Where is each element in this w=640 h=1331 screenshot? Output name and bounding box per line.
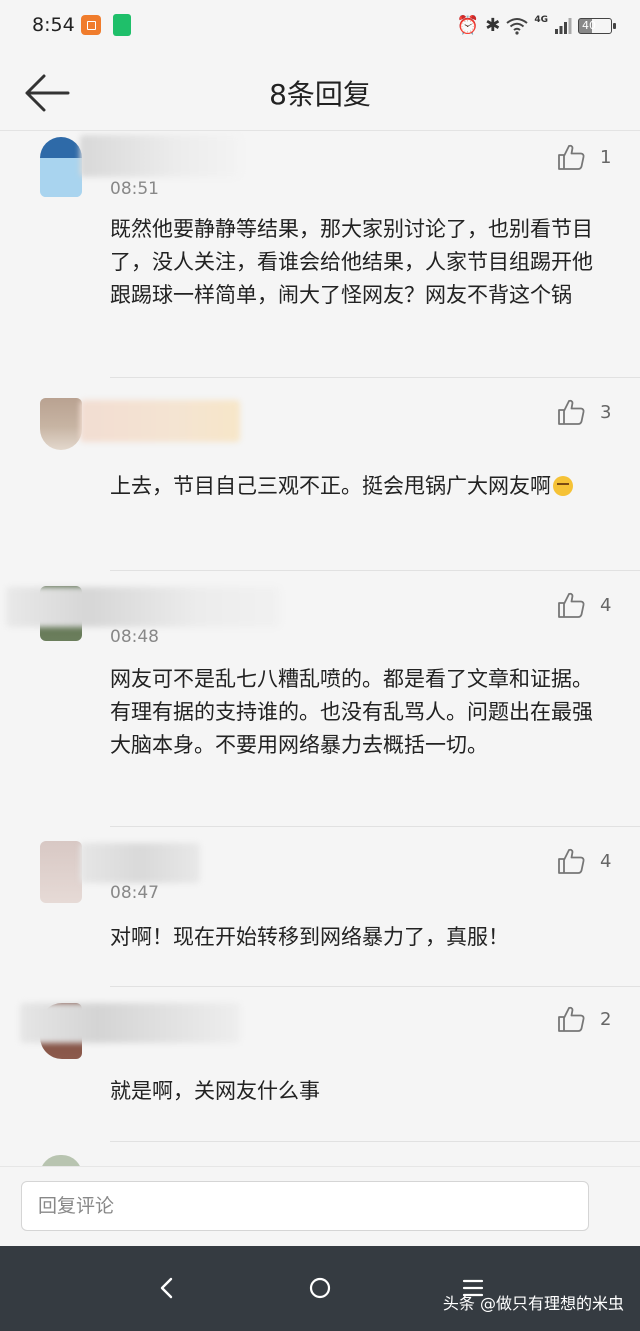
comment-text: 上去，节目自己三观不正。挺会甩锅广大网友啊 [110,474,551,498]
comment-list[interactable]: 08:51 1 既然他要静静等结果，那大家别讨论了，也别看节目了，没人关注，看谁… [0,131,640,1166]
system-nav-bar: 头条 @做只有理想的米虫 [0,1246,640,1331]
home-icon [309,1277,331,1299]
like-button[interactable]: 1 [556,139,620,175]
username-blurred[interactable] [6,587,280,627]
page-title: 8条回复 [269,78,371,111]
thumbs-up-icon [558,848,585,874]
comment-item: 3 上去，节目自己三观不正。挺会甩锅广大网友啊 [0,378,640,571]
notification-message-icon [113,14,131,36]
username-blurred[interactable] [80,843,200,883]
comment-time: 08:47 [110,883,159,903]
thumbs-up-icon [558,592,585,618]
thumbs-up-icon [558,144,585,170]
wifi-icon [506,18,528,35]
app-header: 8条回复 [0,55,640,131]
comment-item: 08:48 4 网友可不是乱七八糟乱喷的。都是看了文章和证据。有理有据的支持谁的… [0,571,640,827]
like-button[interactable]: 4 [556,587,620,623]
watermark: 头条 @做只有理想的米虫 [442,1294,624,1313]
comment-text: 对啊！现在开始转移到网络暴力了，真服！ [110,925,509,949]
nav-back-button[interactable] [145,1266,189,1310]
avatar[interactable] [40,841,82,903]
like-button[interactable]: 3 [556,394,620,430]
status-bar: 8:54 ⏰ ✱ 4G 40 [0,0,640,55]
comment-item: 08:47 4 对啊！现在开始转移到网络暴力了，真服！ [0,827,640,987]
avatar[interactable] [40,1155,82,1166]
status-time: 8:54 [32,14,75,36]
like-count: 4 [600,850,612,872]
avatar[interactable] [40,398,82,450]
signal-icon [555,18,572,34]
notification-app-icon [81,15,101,35]
comment-item: 2 就是啊，关网友什么事 [0,987,640,1142]
bluetooth-icon: ✱ [485,15,501,36]
like-count: 1 [600,146,612,168]
back-icon [160,1277,173,1299]
comment-text: 既然他要静静等结果，那大家别讨论了，也别看节目了，没人关注，看谁会给他结果，人家… [110,217,593,307]
reply-input[interactable] [21,1181,589,1231]
nav-home-button[interactable] [298,1266,342,1310]
battery-icon: 40 [578,18,616,34]
thumbs-up-icon [558,399,585,425]
network-type: 4G [534,15,548,25]
comment-time: 08:48 [110,627,159,647]
like-button[interactable]: 2 [556,1001,620,1037]
comment-text: 网友可不是乱七八糟乱喷的。都是看了文章和证据。有理有据的支持谁的。也没有乱骂人。… [110,667,593,757]
emoji-icon [553,476,573,496]
status-indicators: ⏰ ✱ 4G 40 [456,14,616,38]
thumbs-up-icon [558,1006,585,1032]
avatar[interactable] [40,137,82,197]
username-blurred[interactable] [20,1003,240,1043]
reply-bar [0,1166,640,1247]
comment-time: 08:51 [110,179,159,199]
like-count: 2 [600,1008,612,1030]
comment-text-wrap: 上去，节目自己三观不正。挺会甩锅广大网友啊 [110,470,610,503]
comment-text: 就是啊，关网友什么事 [110,1079,320,1103]
like-count: 4 [600,594,612,616]
comment-item-partial [0,1143,640,1166]
alarm-icon: ⏰ [456,15,480,36]
like-button[interactable]: 4 [556,843,620,879]
divider [110,1141,640,1142]
comment-item: 08:51 1 既然他要静静等结果，那大家别讨论了，也别看节目了，没人关注，看谁… [0,131,640,378]
like-count: 3 [600,401,612,423]
username-blurred[interactable] [80,400,240,442]
username-blurred[interactable] [80,135,240,177]
